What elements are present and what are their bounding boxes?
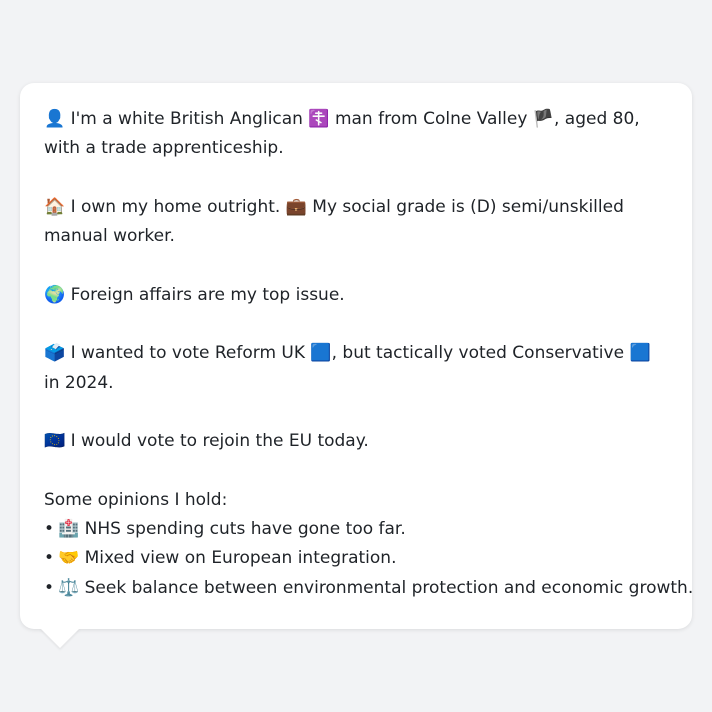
opinion-text: Mixed view on European integration.: [79, 548, 397, 569]
list-item: • 🏥 NHS spending cuts have gone too far.: [44, 515, 668, 544]
house-icon: 🏠: [44, 196, 66, 217]
briefcase-icon: 💼: [285, 196, 307, 217]
ballot-box-icon: 🗳️: [44, 343, 66, 364]
intro-text-2: man from Colne Valley: [329, 109, 533, 129]
england-flag-icon: 🏴: [532, 109, 554, 129]
opinions-list: • 🏥 NHS spending cuts have gone too far. …: [44, 515, 693, 603]
opinions-section: Some opinions I hold: • 🏥 NHS spending cu…: [44, 486, 693, 603]
intro-text-1: I'm a white British Anglican: [65, 109, 309, 129]
balance-scale-icon: ⚖️: [58, 577, 80, 598]
vote-text-3: in 2024.: [44, 372, 114, 393]
vote-paragraph: 🗳️ I wanted to vote Reform UK 🟦, but tac…: [44, 339, 668, 398]
bullet: •: [44, 519, 55, 540]
vote-text-2: , but tactically voted Conservative: [331, 343, 630, 364]
bubble-tail: [40, 628, 80, 648]
opinion-text: NHS spending cuts have gone too far.: [79, 519, 406, 540]
issue-paragraph: 🌍 Foreign affairs are my top issue.: [44, 281, 668, 310]
globe-icon: 🌍: [44, 284, 66, 305]
intro-paragraph: 👤 I'm a white British Anglican ☦️ man fr…: [44, 105, 668, 164]
home-paragraph: 🏠 I own my home outright. 💼 My social gr…: [44, 193, 668, 252]
persona-message-bubble: 👤 I'm a white British Anglican ☦️ man fr…: [20, 83, 693, 629]
opinion-text: Seek balance between environmental prote…: [79, 577, 694, 598]
handshake-icon: 🤝: [58, 548, 80, 569]
home-text-1: I own my home outright.: [65, 196, 286, 217]
person-icon: 👤: [44, 109, 66, 129]
list-item: • 🤝 Mixed view on European integration.: [44, 544, 668, 573]
blue-square-icon: 🟦: [629, 343, 651, 364]
bullet: •: [44, 577, 55, 598]
bullet: •: [44, 548, 55, 569]
cross-icon: ☦️: [308, 109, 330, 129]
opinions-heading: Some opinions I hold:: [44, 489, 228, 510]
blue-square-icon: 🟦: [310, 343, 332, 364]
list-item: • ⚖️ Seek balance between environmental p…: [44, 574, 693, 603]
vote-text-1: I wanted to vote Reform UK: [65, 343, 311, 364]
eu-flag-icon: 🇪🇺: [44, 431, 66, 452]
issue-text: Foreign affairs are my top issue.: [65, 284, 345, 305]
eu-paragraph: 🇪🇺 I would vote to rejoin the EU today.: [44, 427, 668, 456]
eu-text: I would vote to rejoin the EU today.: [65, 431, 369, 452]
hospital-icon: 🏥: [58, 519, 80, 540]
